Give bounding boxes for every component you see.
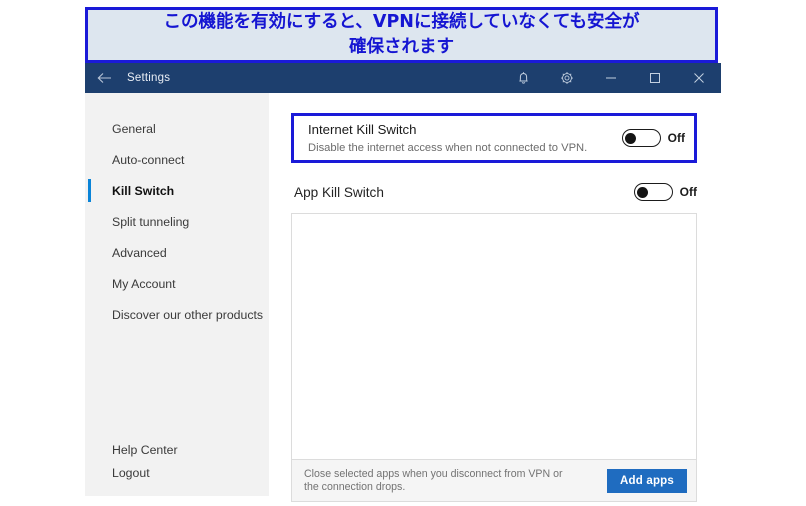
sidebar-item-discover-products[interactable]: Discover our other products [85,299,269,330]
app-kill-switch-row[interactable]: App Kill Switch Off [291,181,697,203]
internet-kill-switch-toggle-state: Off [667,131,685,145]
internet-kill-switch-toggle-group[interactable]: Off [621,129,685,147]
app-kill-switch-title: App Kill Switch [294,184,384,200]
sidebar: General Auto-connect Kill Switch Split t… [85,93,269,496]
back-arrow-icon[interactable] [85,63,123,93]
sidebar-item-logout[interactable]: Logout [85,465,269,496]
app-list-panel[interactable] [291,213,697,460]
internet-kill-switch-title: Internet Kill Switch [308,121,417,137]
sidebar-item-split-tunneling[interactable]: Split tunneling [85,206,269,237]
sidebar-item-label: Split tunneling [112,214,190,229]
sidebar-item-my-account[interactable]: My Account [85,268,269,299]
main-content: Internet Kill Switch Disable the interne… [269,93,721,502]
sidebar-item-advanced[interactable]: Advanced [85,237,269,268]
app-kill-switch-toggle-state: Off [679,185,697,199]
sidebar-item-label: Auto-connect [112,152,185,167]
sidebar-item-auto-connect[interactable]: Auto-connect [85,144,269,175]
sidebar-item-kill-switch[interactable]: Kill Switch [85,175,269,206]
internet-kill-switch-description: Disable the internet access when not con… [308,141,588,154]
sidebar-item-label: Discover our other products [112,307,264,322]
sidebar-item-label: Advanced [112,245,167,260]
annotation-banner: この機能を有効にすると、VPNに接続していなくても安全が 確保されます [85,7,718,63]
app-kill-switch-toggle-group[interactable]: Off [633,183,697,201]
gear-icon[interactable] [545,63,589,93]
title-bar: Settings [85,63,721,93]
toggle-knob [625,132,637,144]
screenshot-root: この機能を有効にすると、VPNに接続していなくても安全が 確保されます Sett… [0,0,806,506]
annotation-banner-text: この機能を有効にすると、VPNに接続していなくても安全が 確保されます [163,12,640,57]
sidebar-item-label: Logout [112,465,150,480]
app-window: Settings General Auto-connect Kill Switc… [85,63,721,502]
internet-kill-switch-row[interactable]: Internet Kill Switch Disable the interne… [291,113,697,163]
close-icon[interactable] [677,63,721,93]
maximize-icon[interactable] [633,63,677,93]
app-list-footer: Close selected apps when you disconnect … [291,460,697,502]
sidebar-item-label: My Account [112,276,176,291]
internet-kill-switch-toggle[interactable] [621,129,661,147]
sidebar-item-help-center[interactable]: Help Center [85,434,269,465]
window-body: General Auto-connect Kill Switch Split t… [85,93,721,502]
sidebar-item-label: Help Center [112,442,178,457]
add-apps-button[interactable]: Add apps [607,468,687,493]
sidebar-item-label: Kill Switch [112,183,175,198]
sidebar-item-general[interactable]: General [85,113,269,144]
window-title: Settings [127,72,171,84]
app-list-footer-text: Close selected apps when you disconnect … [304,467,563,493]
sidebar-item-label: General [112,121,156,136]
minimize-icon[interactable] [589,63,633,93]
toggle-knob [637,186,649,198]
bell-icon[interactable] [501,63,545,93]
internet-kill-switch-texts: Internet Kill Switch Disable the interne… [308,121,622,156]
app-kill-switch-toggle[interactable] [633,183,673,201]
